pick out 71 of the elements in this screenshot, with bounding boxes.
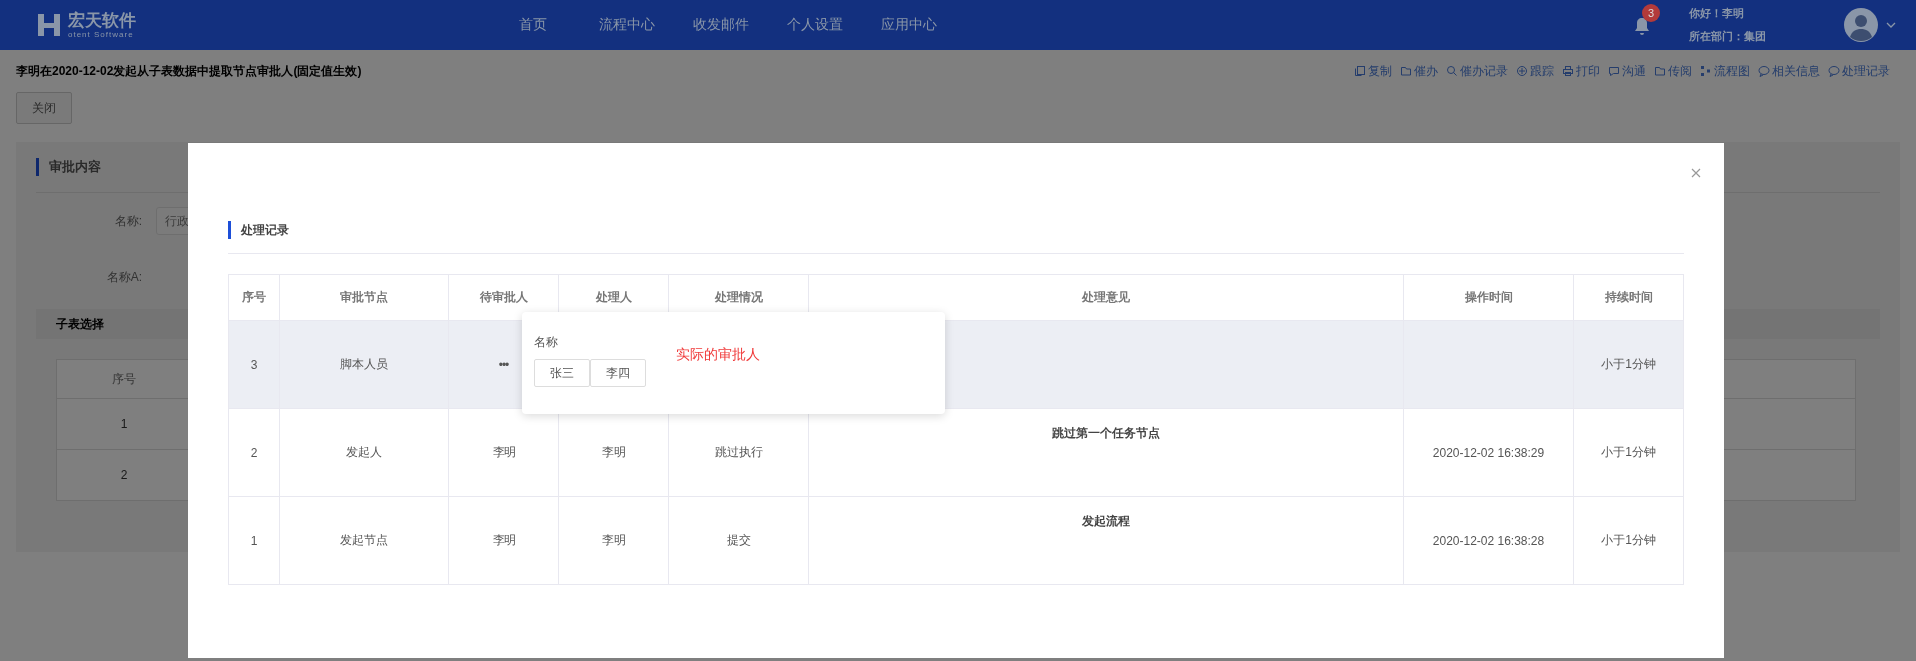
- greeting-text: 你好！李明: [1689, 6, 1745, 21]
- flowchart-icon: [1700, 65, 1712, 77]
- table-cell: 小于1分钟: [1601, 533, 1656, 547]
- close-icon[interactable]: [1691, 168, 1701, 178]
- toolbar-link[interactable]: 催办记录: [1446, 62, 1508, 80]
- printer-icon: [1562, 65, 1574, 77]
- opinion-text: 跳过第一个任务节点: [1052, 426, 1160, 440]
- section-title: 处理记录: [228, 221, 289, 239]
- toolbar-link[interactable]: 复制: [1354, 62, 1392, 80]
- logo-subtext: otent Software: [68, 29, 135, 39]
- table-cell: 小于1分钟: [1601, 445, 1656, 459]
- annotation-text: 实际的审批人: [676, 346, 760, 364]
- table-cell: 李明: [492, 445, 515, 459]
- bell-icon[interactable]: [1633, 16, 1651, 36]
- toolbar-link[interactable]: 相关信息: [1758, 62, 1820, 80]
- table-cell: 李明: [601, 533, 626, 547]
- table-cell: •••: [498, 357, 509, 372]
- table-cell: 发起节点: [340, 533, 388, 547]
- table-cell: 李明: [492, 533, 515, 547]
- section-title: 审批内容: [36, 158, 101, 176]
- name-tag[interactable]: 李四: [590, 359, 646, 387]
- name-tag[interactable]: 张三: [534, 359, 590, 387]
- column-header: 持续时间: [1573, 274, 1684, 321]
- speech-bubble-icon: [1758, 65, 1770, 77]
- target-icon: [1516, 65, 1528, 77]
- nav-link[interactable]: 首页: [486, 16, 580, 34]
- table-cell: 跳过执行: [714, 445, 763, 459]
- folder-icon: [1400, 65, 1412, 77]
- department-text: 所在部门：集团: [1689, 29, 1767, 44]
- column-header: 操作时间: [1403, 274, 1574, 321]
- table-cell: 3: [250, 357, 258, 372]
- subtable-title: 子表选择: [56, 315, 104, 333]
- toolbar-link[interactable]: 流程图: [1700, 62, 1750, 80]
- copy-icon: [1354, 65, 1366, 77]
- page-title: 李明在2020-12-02发起从子表数据中提取节点审批人(固定值生效): [16, 62, 362, 80]
- search-icon: [1446, 65, 1458, 77]
- speech-bubble-icon: [1828, 65, 1840, 77]
- nav-link[interactable]: 个人设置: [768, 16, 862, 34]
- toolbar-link[interactable]: 跟踪: [1516, 62, 1554, 80]
- nav-link[interactable]: 收发邮件: [674, 16, 768, 34]
- chat-icon: [1608, 65, 1620, 77]
- nav-link[interactable]: 应用中心: [862, 16, 956, 34]
- field-label: 名称A:: [105, 268, 142, 286]
- table-cell: 2020-12-02 16:38:28: [1432, 533, 1545, 548]
- table-row[interactable]: 1 发起节点 李明 李明 提交 发起流程 2020-12-02 16:38:28 小于1分钟: [228, 496, 1684, 585]
- toolbar-link[interactable]: 处理记录: [1828, 62, 1890, 80]
- avatar-icon[interactable]: [1844, 8, 1878, 42]
- toolbar-link[interactable]: 沟通: [1608, 62, 1646, 80]
- column-header: 审批节点: [279, 274, 449, 321]
- nav-link[interactable]: 流程中心: [580, 16, 674, 34]
- field-label: 名称:: [113, 212, 142, 230]
- toolbar-link[interactable]: 打印: [1562, 62, 1600, 80]
- close-button[interactable]: 关闭: [16, 92, 72, 124]
- table-cell: 2020-12-02 16:38:29: [1432, 445, 1545, 460]
- table-cell: 李明: [601, 445, 626, 459]
- notification-badge: 3: [1642, 4, 1660, 22]
- column-header: 序号: [228, 274, 280, 321]
- table-cell: 2: [250, 445, 258, 460]
- logo-text: 宏天软件: [68, 11, 136, 30]
- table-cell: 1: [250, 533, 258, 548]
- popover-label: 名称: [534, 334, 559, 351]
- table-cell: 提交: [726, 533, 751, 547]
- opinion-text: 发起流程: [1082, 514, 1130, 528]
- table-cell: 发起人: [346, 445, 382, 459]
- folder-icon: [1654, 65, 1666, 77]
- table-row[interactable]: 2 发起人 李明 李明 跳过执行 跳过第一个任务节点 2020-12-02 16:38:29 小于1分钟: [228, 408, 1684, 497]
- table-cell: 脚本人员: [340, 357, 388, 371]
- toolbar-link[interactable]: 催办: [1400, 62, 1438, 80]
- table-cell: 小于1分钟: [1601, 357, 1656, 371]
- chevron-down-icon[interactable]: [1886, 22, 1896, 28]
- toolbar-link[interactable]: 传阅: [1654, 62, 1692, 80]
